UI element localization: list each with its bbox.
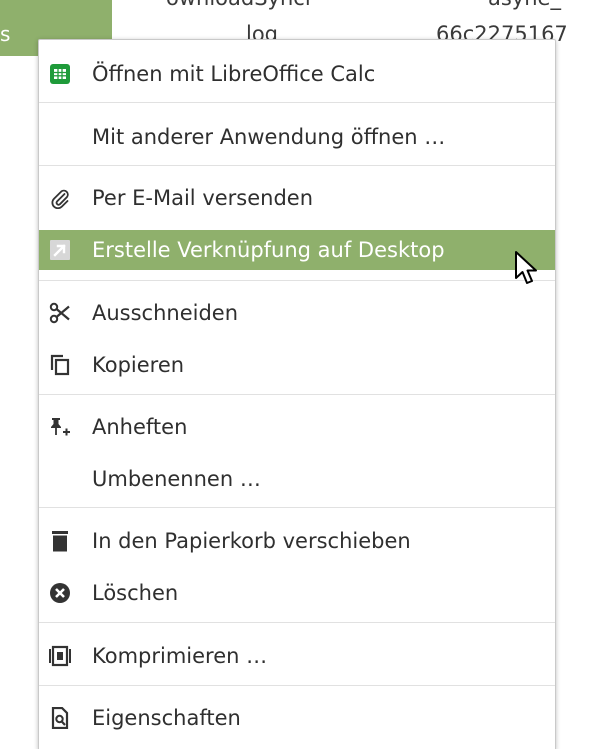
- menu-item-pin[interactable]: Anheften: [39, 407, 555, 447]
- menu-separator: [39, 280, 555, 281]
- archive-icon: [49, 645, 71, 667]
- menu-item-move-to-trash[interactable]: In den Papierkorb verschieben: [39, 521, 555, 561]
- menu-item-label: In den Papierkorb verschieben: [92, 529, 411, 553]
- file-column-line-1: asyne_: [488, 0, 561, 10]
- menu-item-label: Anheften: [92, 415, 188, 439]
- scissors-icon: [49, 302, 71, 324]
- menu-separator: [39, 102, 555, 103]
- menu-item-compress[interactable]: Komprimieren …: [39, 636, 555, 676]
- mouse-cursor-icon: [515, 251, 537, 284]
- menu-item-label: Löschen: [92, 581, 179, 605]
- paperclip-icon: [49, 187, 71, 209]
- menu-separator: [39, 394, 555, 395]
- menu-item-properties[interactable]: Eigenschaften: [39, 698, 555, 738]
- copy-icon: [49, 354, 71, 376]
- menu-item-label: Kopieren: [92, 353, 185, 377]
- file-name-line-1: ownloadSyncl: [166, 0, 311, 10]
- menu-item-label: Öffnen mit LibreOffice Calc: [92, 62, 376, 86]
- menu-item-label: Mit anderer Anwendung öffnen …: [92, 125, 446, 149]
- trash-icon: [49, 530, 71, 552]
- properties-icon: [49, 707, 71, 729]
- menu-item-label: Per E-Mail versenden: [92, 186, 314, 210]
- menu-separator: [39, 685, 555, 686]
- menu-item-cut[interactable]: Ausschneiden: [39, 293, 555, 333]
- menu-item-label: Eigenschaften: [92, 706, 241, 730]
- menu-item-copy[interactable]: Kopieren: [39, 345, 555, 385]
- menu-item-open-with-calc[interactable]: Öffnen mit LibreOffice Calc: [39, 54, 555, 94]
- context-menu: Öffnen mit LibreOffice Calc Mit anderer …: [38, 39, 556, 749]
- menu-item-send-email[interactable]: Per E-Mail versenden: [39, 178, 555, 218]
- menu-item-delete[interactable]: Löschen: [39, 573, 555, 613]
- menu-item-label: Umbenennen …: [92, 467, 261, 491]
- menu-item-rename[interactable]: Umbenennen …: [39, 459, 555, 499]
- menu-item-create-desktop-shortcut[interactable]: Erstelle Verknüpfung auf Desktop: [39, 230, 555, 270]
- pin-icon: [49, 416, 71, 438]
- delete-circle-icon: [49, 582, 71, 604]
- menu-item-label: Komprimieren …: [92, 644, 268, 668]
- desktop-view: s ownloadSyncl log asyne_ 66c2275167 Öff…: [0, 0, 591, 749]
- menu-separator: [39, 165, 555, 166]
- menu-separator: [39, 622, 555, 623]
- menu-separator: [39, 507, 555, 508]
- shortcut-arrow-icon: [49, 239, 71, 261]
- menu-item-label: Ausschneiden: [92, 301, 239, 325]
- selected-file-label: s: [0, 22, 11, 46]
- menu-item-open-with-other[interactable]: Mit anderer Anwendung öffnen …: [39, 117, 555, 157]
- menu-item-label: Erstelle Verknüpfung auf Desktop: [92, 238, 445, 262]
- libreoffice-calc-icon: [49, 63, 71, 85]
